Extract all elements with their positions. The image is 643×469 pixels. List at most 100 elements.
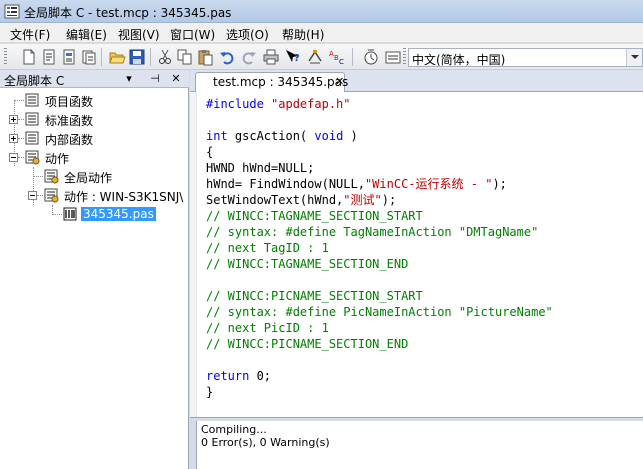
code-token: // WINCC:TAGNAME_SECTION_END bbox=[206, 257, 409, 271]
code-line: // WINCC:PICNAME_SECTION_START bbox=[206, 288, 553, 304]
code-token: return bbox=[206, 369, 257, 383]
collapse-minus-icon[interactable] bbox=[9, 153, 18, 162]
id-icon[interactable] bbox=[384, 48, 402, 66]
code-line: // WINCC:PICNAME_SECTION_END bbox=[206, 336, 553, 352]
tab-345345-pas[interactable]: test.mcp : 345345.pas ✕ bbox=[195, 72, 348, 92]
tree-item-label: 动作 : WIN-S3K1SNJ\ bbox=[64, 190, 184, 204]
output-line: 0 Error(s), 0 Warning(s) bbox=[201, 436, 330, 449]
code-token: "测试" bbox=[343, 193, 382, 207]
chevron-down-icon[interactable] bbox=[626, 49, 642, 66]
expand-plus-icon[interactable] bbox=[9, 134, 18, 143]
close-tab-icon[interactable]: ✕ bbox=[335, 75, 344, 88]
new-file-icon[interactable] bbox=[20, 48, 38, 66]
code-token: 0; bbox=[256, 369, 272, 383]
toolbar-grip[interactable] bbox=[4, 48, 7, 66]
editor-margin bbox=[190, 92, 197, 417]
tree-item-standard-functions[interactable]: 标准函数 bbox=[0, 110, 189, 129]
menu-options[interactable]: 选项(O) bbox=[226, 26, 269, 43]
code-line: return 0; bbox=[206, 368, 553, 384]
redo-icon[interactable] bbox=[240, 48, 258, 66]
menu-edit[interactable]: 编辑(E) bbox=[66, 26, 107, 43]
compile-icon[interactable] bbox=[306, 48, 324, 66]
panel-title: 全局脚本 C bbox=[4, 74, 65, 88]
code-token: "WinCC-运行系统 - " bbox=[364, 177, 493, 191]
output-window: Compiling... 0 Error(s), 0 Warning(s) bbox=[196, 421, 643, 469]
print-icon[interactable] bbox=[262, 48, 280, 66]
tree-item-label: 内部函数 bbox=[45, 133, 94, 147]
cut-icon[interactable] bbox=[156, 48, 174, 66]
app-icon bbox=[4, 4, 20, 19]
code-token: // WINCC:TAGNAME_SECTION_START bbox=[206, 209, 423, 223]
function-folder-icon bbox=[24, 130, 40, 146]
code-line: // WINCC:TAGNAME_SECTION_START bbox=[206, 208, 553, 224]
abc-info-icon[interactable]: ABC bbox=[328, 48, 346, 66]
undo-icon[interactable] bbox=[218, 48, 236, 66]
code-line: // WINCC:TAGNAME_SECTION_END bbox=[206, 256, 553, 272]
tree-item-internal-functions[interactable]: 内部函数 bbox=[0, 129, 189, 148]
code-token: // syntax: #define TagNameInAction "DMTa… bbox=[206, 225, 539, 239]
code-line: hWnd= FindWindow(NULL,"WinCC-运行系统 - "); bbox=[206, 176, 553, 192]
code-token: // WINCC:PICNAME_SECTION_START bbox=[206, 289, 423, 303]
menu-view[interactable]: 视图(V) bbox=[118, 26, 160, 43]
toolbar-separator bbox=[352, 48, 353, 66]
pin-icon[interactable]: ⊣ bbox=[148, 71, 162, 86]
language-select-value: 中文(简体，中国) bbox=[412, 53, 506, 67]
action-folder-icon bbox=[43, 168, 59, 184]
code-token: ); bbox=[381, 193, 397, 207]
code-token: SetWindowText(hWnd, bbox=[206, 193, 344, 207]
tree-item-label: 动作 bbox=[45, 152, 70, 166]
title-bar: 全局脚本 C - test.mcp : 345345.pas bbox=[0, 0, 643, 23]
toolbar-separator bbox=[150, 48, 151, 66]
tree-item-local-actions[interactable]: 动作 : WIN-S3K1SNJ\ bbox=[0, 186, 189, 205]
function-folder-icon bbox=[24, 111, 40, 127]
code-line: SetWindowText(hWnd,"测试"); bbox=[206, 192, 553, 208]
trigger-icon[interactable] bbox=[362, 48, 380, 66]
tree-item-project-functions[interactable]: 项目函数 bbox=[0, 91, 189, 110]
window-title: 全局脚本 C - test.mcp : 345345.pas bbox=[24, 6, 232, 20]
code-token: gscAction( bbox=[234, 129, 315, 143]
new-action-icon[interactable] bbox=[40, 48, 58, 66]
collapse-minus-icon[interactable] bbox=[28, 191, 37, 200]
tree-item-label: 全局动作 bbox=[64, 171, 113, 185]
code-token: HWND hWnd=NULL; bbox=[206, 161, 315, 175]
editor-tab-bar: test.mcp : 345345.pas ✕ bbox=[190, 70, 643, 92]
menu-bar: 文件(F) 编辑(E) 视图(V) 窗口(W) 选项(O) 帮助(H) bbox=[0, 23, 643, 43]
code-token: // next PicID : 1 bbox=[206, 321, 329, 335]
code-line: HWND hWnd=NULL; bbox=[206, 160, 553, 176]
code-token: { bbox=[206, 145, 214, 159]
code-token: #include bbox=[206, 97, 272, 111]
tree-item-label: 项目函数 bbox=[45, 95, 94, 109]
copy-icon[interactable] bbox=[176, 48, 194, 66]
language-select[interactable]: 中文(简体，中国) bbox=[408, 48, 643, 67]
code-token: hWnd= FindWindow(NULL, bbox=[206, 177, 365, 191]
tree-item-label: 标准函数 bbox=[45, 114, 94, 128]
tree-item-script-file[interactable]: 345345.pas bbox=[0, 205, 189, 224]
menu-file[interactable]: 文件(F) bbox=[10, 26, 50, 43]
svg-text:C: C bbox=[339, 58, 344, 66]
help-context-icon[interactable]: ? bbox=[284, 48, 302, 66]
expand-plus-icon[interactable] bbox=[9, 115, 18, 124]
paste-icon[interactable] bbox=[196, 48, 214, 66]
open-folder-icon[interactable] bbox=[108, 48, 126, 66]
toolbar-grip[interactable] bbox=[403, 48, 406, 66]
save-icon[interactable] bbox=[128, 48, 146, 66]
edit-icon[interactable] bbox=[60, 48, 78, 66]
menu-help[interactable]: 帮助(H) bbox=[282, 26, 324, 43]
script-file-icon bbox=[62, 206, 78, 222]
close-icon[interactable]: ✕ bbox=[169, 71, 183, 86]
dropdown-arrow-icon[interactable]: ▾ bbox=[122, 71, 136, 86]
code-token: // next TagID : 1 bbox=[206, 241, 329, 255]
code-content[interactable]: #include "apdefap.h" int gscAction( void… bbox=[206, 96, 553, 400]
code-line: { bbox=[206, 144, 553, 160]
code-line: // syntax: #define TagNameInAction "DMTa… bbox=[206, 224, 553, 240]
code-token: } bbox=[206, 385, 214, 399]
code-line: int gscAction( void ) bbox=[206, 128, 553, 144]
code-editor[interactable]: #include "apdefap.h" int gscAction( void… bbox=[190, 92, 643, 417]
panel-header: 全局脚本 C ▾ ⊣ ✕ bbox=[0, 70, 189, 88]
tree-item-actions[interactable]: 动作 bbox=[0, 148, 189, 167]
menu-window[interactable]: 窗口(W) bbox=[170, 26, 215, 43]
tree-item-global-actions[interactable]: 全局动作 bbox=[0, 167, 189, 186]
edit-copy-icon[interactable] bbox=[80, 48, 98, 66]
